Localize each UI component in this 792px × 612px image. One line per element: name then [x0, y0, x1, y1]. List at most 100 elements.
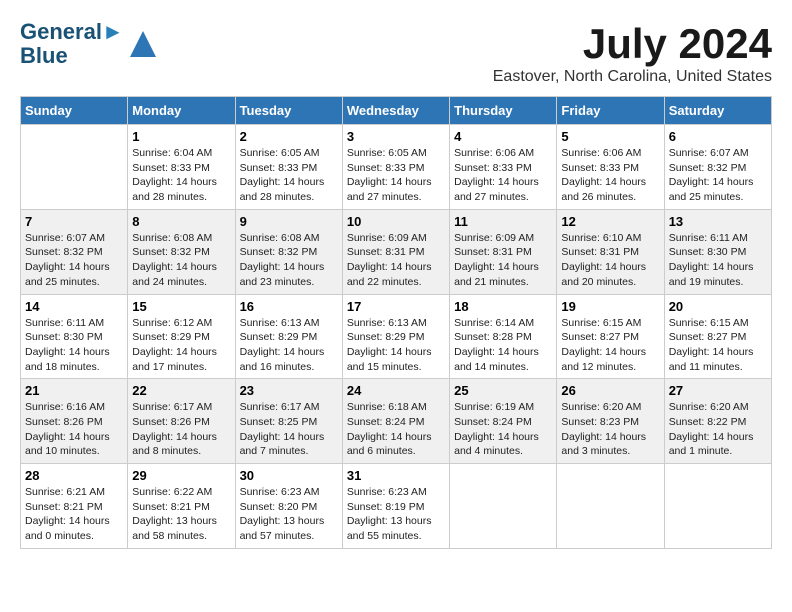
day-number: 11	[454, 214, 552, 229]
day-number: 22	[132, 383, 230, 398]
day-number: 25	[454, 383, 552, 398]
day-number: 12	[561, 214, 659, 229]
day-info: Sunrise: 6:15 AM Sunset: 8:27 PM Dayligh…	[561, 316, 659, 375]
day-info: Sunrise: 6:13 AM Sunset: 8:29 PM Dayligh…	[240, 316, 338, 375]
day-info: Sunrise: 6:15 AM Sunset: 8:27 PM Dayligh…	[669, 316, 767, 375]
day-number: 3	[347, 129, 445, 144]
table-row: 14Sunrise: 6:11 AM Sunset: 8:30 PM Dayli…	[21, 294, 128, 379]
day-info: Sunrise: 6:08 AM Sunset: 8:32 PM Dayligh…	[240, 231, 338, 290]
table-row: 31 Sunrise: 6:23 AM Sunset: 8:19 PM Dayli…	[342, 464, 449, 549]
calendar-week-1: 1 Sunrise: 6:04 AM Sunset: 8:33 PM Daylig…	[21, 125, 772, 210]
day-number: 16	[240, 299, 338, 314]
day-number: 15	[132, 299, 230, 314]
page-header: General►Blue July 2024 Eastover, North C…	[20, 20, 772, 86]
day-info: Sunrise: 6:14 AM Sunset: 8:28 PM Dayligh…	[454, 316, 552, 375]
table-row: 7Sunrise: 6:07 AM Sunset: 8:32 PM Daylig…	[21, 209, 128, 294]
day-info: Sunrise: 6:18 AM Sunset: 8:24 PM Dayligh…	[347, 400, 445, 459]
day-info: Sunrise: 6:07 AM Sunset: 8:32 PM Dayligh…	[25, 231, 123, 290]
day-info: Sunrise: 6:23 AM Sunset: 8:20 PM Dayligh…	[240, 485, 338, 544]
col-thursday: Thursday	[450, 97, 557, 125]
day-info: Sunrise: 6:07 AM Sunset: 8:32 PM Dayligh…	[669, 146, 767, 205]
table-row: 3 Sunrise: 6:05 AM Sunset: 8:33 PM Daylig…	[342, 125, 449, 210]
table-row: 11 Sunrise: 6:09 AM Sunset: 8:31 PM Dayli…	[450, 209, 557, 294]
logo: General►Blue	[20, 20, 158, 68]
col-saturday: Saturday	[664, 97, 771, 125]
table-row: 16 Sunrise: 6:13 AM Sunset: 8:29 PM Dayli…	[235, 294, 342, 379]
day-number: 6	[669, 129, 767, 144]
day-number: 9	[240, 214, 338, 229]
day-number: 5	[561, 129, 659, 144]
calendar-table: Sunday Monday Tuesday Wednesday Thursday…	[20, 96, 772, 549]
table-row: 26 Sunrise: 6:20 AM Sunset: 8:23 PM Dayli…	[557, 379, 664, 464]
table-row: 6 Sunrise: 6:07 AM Sunset: 8:32 PM Daylig…	[664, 125, 771, 210]
table-row: 25 Sunrise: 6:19 AM Sunset: 8:24 PM Dayli…	[450, 379, 557, 464]
day-number: 17	[347, 299, 445, 314]
day-info: Sunrise: 6:09 AM Sunset: 8:31 PM Dayligh…	[347, 231, 445, 290]
table-row: 23 Sunrise: 6:17 AM Sunset: 8:25 PM Dayli…	[235, 379, 342, 464]
calendar-week-4: 21 Sunrise: 6:16 AM Sunset: 8:26 PM Dayli…	[21, 379, 772, 464]
day-number: 4	[454, 129, 552, 144]
day-info: Sunrise: 6:13 AM Sunset: 8:29 PM Dayligh…	[347, 316, 445, 375]
table-row: 24 Sunrise: 6:18 AM Sunset: 8:24 PM Dayli…	[342, 379, 449, 464]
table-row: 10 Sunrise: 6:09 AM Sunset: 8:31 PM Dayli…	[342, 209, 449, 294]
col-wednesday: Wednesday	[342, 97, 449, 125]
day-number: 26	[561, 383, 659, 398]
day-info: Sunrise: 6:06 AM Sunset: 8:33 PM Dayligh…	[454, 146, 552, 205]
table-row: 22 Sunrise: 6:17 AM Sunset: 8:26 PM Dayli…	[128, 379, 235, 464]
day-info: Sunrise: 6:23 AM Sunset: 8:19 PM Dayligh…	[347, 485, 445, 544]
table-row: 21 Sunrise: 6:16 AM Sunset: 8:26 PM Dayli…	[21, 379, 128, 464]
table-row: 2Sunrise: 6:05 AM Sunset: 8:33 PM Daylig…	[235, 125, 342, 210]
table-row	[557, 464, 664, 549]
day-number: 24	[347, 383, 445, 398]
logo-text: General►Blue	[20, 20, 124, 68]
table-row: 1 Sunrise: 6:04 AM Sunset: 8:33 PM Daylig…	[128, 125, 235, 210]
day-number: 1	[132, 129, 230, 144]
calendar-week-5: 28 Sunrise: 6:21 AM Sunset: 8:21 PM Dayli…	[21, 464, 772, 549]
day-info: Sunrise: 6:09 AM Sunset: 8:31 PM Dayligh…	[454, 231, 552, 290]
day-number: 19	[561, 299, 659, 314]
col-tuesday: Tuesday	[235, 97, 342, 125]
day-info: Sunrise: 6:21 AM Sunset: 8:21 PM Dayligh…	[25, 485, 123, 544]
day-number: 30	[240, 468, 338, 483]
day-number: 13	[669, 214, 767, 229]
calendar-week-3: 14Sunrise: 6:11 AM Sunset: 8:30 PM Dayli…	[21, 294, 772, 379]
day-number: 31	[347, 468, 445, 483]
table-row: 15Sunrise: 6:12 AM Sunset: 8:29 PM Dayli…	[128, 294, 235, 379]
day-info: Sunrise: 6:05 AM Sunset: 8:33 PM Dayligh…	[347, 146, 445, 205]
day-number: 18	[454, 299, 552, 314]
day-number: 21	[25, 383, 123, 398]
day-info: Sunrise: 6:10 AM Sunset: 8:31 PM Dayligh…	[561, 231, 659, 290]
table-row	[664, 464, 771, 549]
day-number: 23	[240, 383, 338, 398]
day-number: 10	[347, 214, 445, 229]
day-number: 27	[669, 383, 767, 398]
table-row	[450, 464, 557, 549]
day-number: 8	[132, 214, 230, 229]
table-row: 13Sunrise: 6:11 AM Sunset: 8:30 PM Dayli…	[664, 209, 771, 294]
col-monday: Monday	[128, 97, 235, 125]
day-number: 20	[669, 299, 767, 314]
day-info: Sunrise: 6:16 AM Sunset: 8:26 PM Dayligh…	[25, 400, 123, 459]
calendar-header-row: Sunday Monday Tuesday Wednesday Thursday…	[21, 97, 772, 125]
col-sunday: Sunday	[21, 97, 128, 125]
day-info: Sunrise: 6:05 AM Sunset: 8:33 PM Dayligh…	[240, 146, 338, 205]
day-info: Sunrise: 6:17 AM Sunset: 8:25 PM Dayligh…	[240, 400, 338, 459]
table-row: 27 Sunrise: 6:20 AM Sunset: 8:22 PM Dayli…	[664, 379, 771, 464]
day-info: Sunrise: 6:04 AM Sunset: 8:33 PM Dayligh…	[132, 146, 230, 205]
location: Eastover, North Carolina, United States	[493, 68, 772, 86]
table-row: 17 Sunrise: 6:13 AM Sunset: 8:29 PM Dayli…	[342, 294, 449, 379]
table-row: 30 Sunrise: 6:23 AM Sunset: 8:20 PM Dayli…	[235, 464, 342, 549]
table-row	[21, 125, 128, 210]
logo-icon	[128, 29, 158, 59]
table-row: 18 Sunrise: 6:14 AM Sunset: 8:28 PM Dayli…	[450, 294, 557, 379]
day-info: Sunrise: 6:08 AM Sunset: 8:32 PM Dayligh…	[132, 231, 230, 290]
table-row: 20 Sunrise: 6:15 AM Sunset: 8:27 PM Dayli…	[664, 294, 771, 379]
day-info: Sunrise: 6:19 AM Sunset: 8:24 PM Dayligh…	[454, 400, 552, 459]
day-number: 29	[132, 468, 230, 483]
day-info: Sunrise: 6:20 AM Sunset: 8:23 PM Dayligh…	[561, 400, 659, 459]
table-row: 5Sunrise: 6:06 AM Sunset: 8:33 PM Daylig…	[557, 125, 664, 210]
day-info: Sunrise: 6:17 AM Sunset: 8:26 PM Dayligh…	[132, 400, 230, 459]
day-info: Sunrise: 6:20 AM Sunset: 8:22 PM Dayligh…	[669, 400, 767, 459]
day-number: 28	[25, 468, 123, 483]
table-row: 12 Sunrise: 6:10 AM Sunset: 8:31 PM Dayli…	[557, 209, 664, 294]
